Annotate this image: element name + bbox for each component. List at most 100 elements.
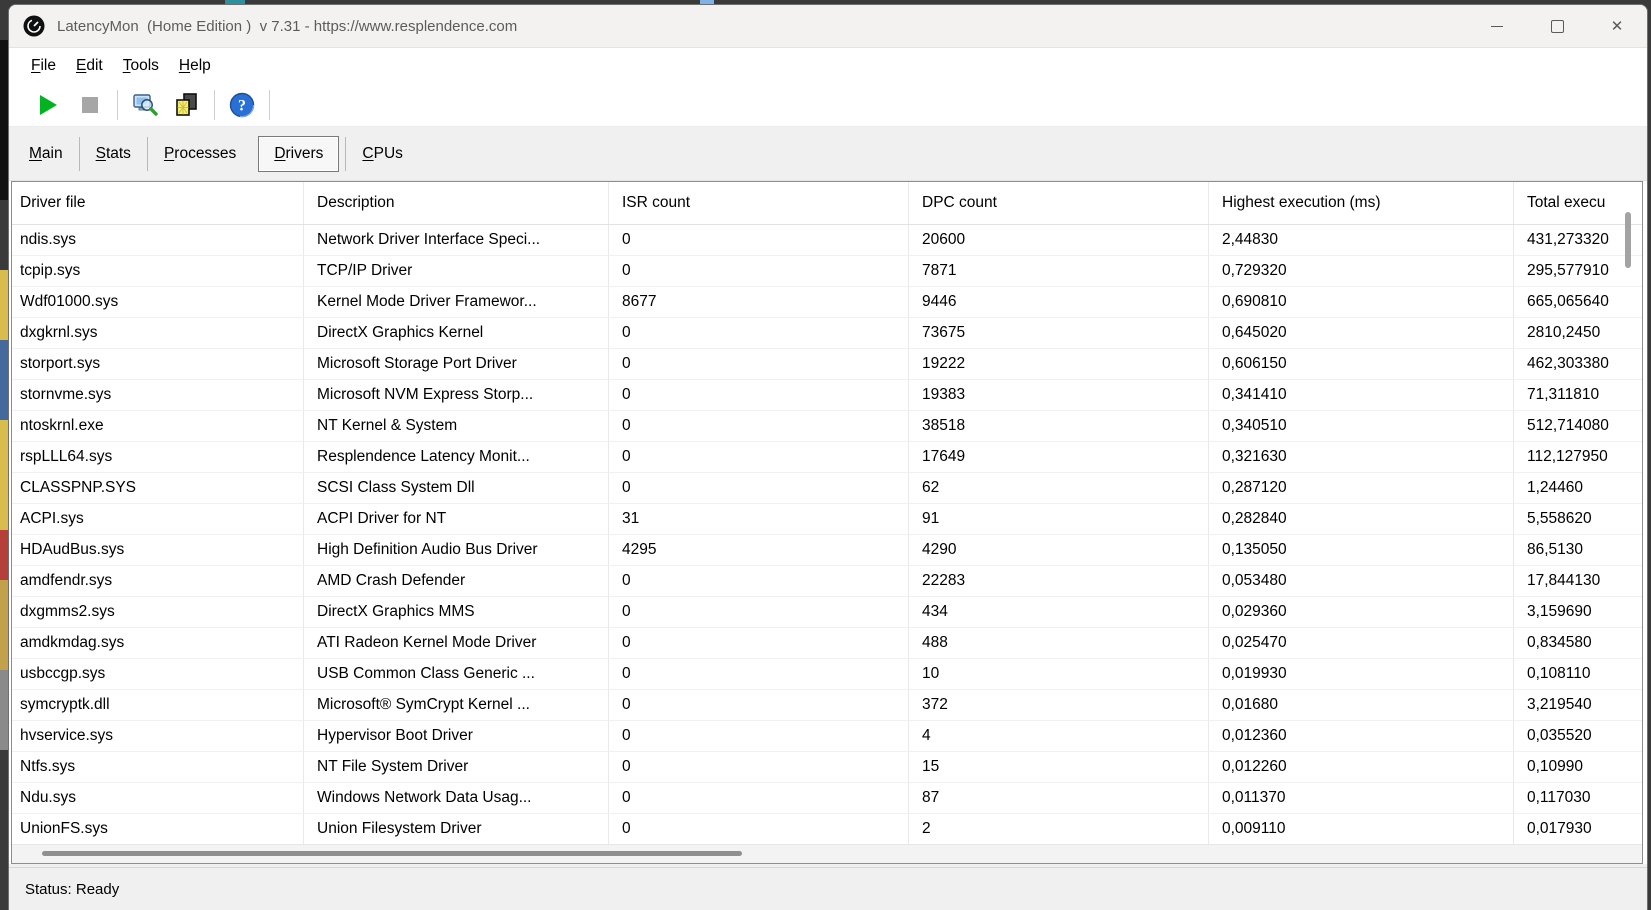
vertical-scrollbar-thumb[interactable] (1625, 212, 1631, 268)
table-cell: 62 (909, 473, 1209, 503)
table-row[interactable]: Wdf01000.sysKernel Mode Driver Framewor.… (12, 287, 1642, 318)
table-cell: 0,606150 (1209, 349, 1514, 379)
table-row[interactable]: Ntfs.sysNT File System Driver0150,012260… (12, 752, 1642, 783)
table-cell: Ntfs.sys (12, 752, 304, 782)
analyzer-button[interactable] (124, 88, 166, 122)
close-button[interactable]: ✕ (1587, 5, 1647, 47)
table-cell: 0,135050 (1209, 535, 1514, 565)
table-cell: 0,017930 (1514, 814, 1642, 844)
drivers-table: Driver file Description ISR count DPC co… (11, 181, 1643, 864)
table-cell: 0,019930 (1209, 659, 1514, 689)
table-row[interactable]: ndis.sysNetwork Driver Interface Speci..… (12, 225, 1642, 256)
table-cell: NT File System Driver (304, 752, 609, 782)
maximize-button[interactable] (1527, 5, 1587, 47)
table-cell: 0,01680 (1209, 690, 1514, 720)
table-row[interactable]: amdkmdag.sysATI Radeon Kernel Mode Drive… (12, 628, 1642, 659)
analyzer-icon (131, 91, 159, 119)
table-row[interactable]: amdfendr.sysAMD Crash Defender0222830,05… (12, 566, 1642, 597)
processes-button[interactable] (166, 88, 208, 122)
table-cell: 434 (909, 597, 1209, 627)
table-cell: ndis.sys (12, 225, 304, 255)
minimize-button[interactable] (1467, 5, 1527, 47)
table-row[interactable]: ACPI.sysACPI Driver for NT31910,2828405,… (12, 504, 1642, 535)
column-header-driver-file[interactable]: Driver file (12, 182, 304, 224)
table-cell: amdfendr.sys (12, 566, 304, 596)
table-cell: 0 (609, 442, 909, 472)
table-cell: AMD Crash Defender (304, 566, 609, 596)
column-header-total-execution[interactable]: Total execu (1514, 182, 1642, 224)
table-row[interactable]: symcryptk.dllMicrosoft® SymCrypt Kernel … (12, 690, 1642, 721)
table-cell: 4295 (609, 535, 909, 565)
start-monitor-button[interactable] (27, 88, 69, 122)
table-row[interactable]: HDAudBus.sysHigh Definition Audio Bus Dr… (12, 535, 1642, 566)
table-cell: 0,729320 (1209, 256, 1514, 286)
app-icon (23, 15, 45, 37)
table-cell: Network Driver Interface Speci... (304, 225, 609, 255)
table-row[interactable]: dxgkrnl.sysDirectX Graphics Kernel073675… (12, 318, 1642, 349)
table-row[interactable]: rspLLL64.sysResplendence Latency Monit..… (12, 442, 1642, 473)
table-row[interactable]: storport.sysMicrosoft Storage Port Drive… (12, 349, 1642, 380)
table-cell: ACPI Driver for NT (304, 504, 609, 534)
horizontal-scrollbar[interactable] (12, 844, 1642, 863)
stop-monitor-button[interactable] (69, 88, 111, 122)
table-cell: 0,287120 (1209, 473, 1514, 503)
tab-stats[interactable]: Stats (80, 136, 147, 172)
table-cell: 0 (609, 349, 909, 379)
table-cell: DirectX Graphics Kernel (304, 318, 609, 348)
menu-file[interactable]: File (21, 53, 66, 79)
table-row[interactable]: Ndu.sysWindows Network Data Usag...0870,… (12, 783, 1642, 814)
tab-main[interactable]: Main (13, 136, 79, 172)
table-cell: 0,012260 (1209, 752, 1514, 782)
table-row[interactable]: UnionFS.sysUnion Filesystem Driver020,00… (12, 814, 1642, 845)
table-cell: 372 (909, 690, 1209, 720)
table-row[interactable]: hvservice.sysHypervisor Boot Driver040,0… (12, 721, 1642, 752)
table-cell: 0 (609, 225, 909, 255)
help-button[interactable]: ? (221, 88, 263, 122)
table-cell: rspLLL64.sys (12, 442, 304, 472)
table-cell: 488 (909, 628, 1209, 658)
tab-processes[interactable]: Processes (148, 136, 252, 172)
table-cell: 0,341410 (1209, 380, 1514, 410)
latencymon-window: LatencyMon (Home Edition ) v 7.31 - http… (8, 4, 1648, 910)
table-row[interactable]: ntoskrnl.exeNT Kernel & System0385180,34… (12, 411, 1642, 442)
table-cell: Ndu.sys (12, 783, 304, 813)
table-row[interactable]: tcpip.sysTCP/IP Driver078710,729320295,5… (12, 256, 1642, 287)
background-window-sliver (0, 340, 8, 420)
table-cell: 0 (609, 380, 909, 410)
table-cell: 73675 (909, 318, 1209, 348)
column-header-highest-execution[interactable]: Highest execution (ms) (1209, 182, 1514, 224)
table-cell: 2810,2450 (1514, 318, 1642, 348)
table-cell: HDAudBus.sys (12, 535, 304, 565)
tab-drivers[interactable]: Drivers (258, 136, 339, 172)
table-row[interactable]: dxgmms2.sysDirectX Graphics MMS04340,029… (12, 597, 1642, 628)
table-cell: hvservice.sys (12, 721, 304, 751)
table-row[interactable]: usbccgp.sysUSB Common Class Generic ...0… (12, 659, 1642, 690)
table-cell: 0 (609, 783, 909, 813)
table-row[interactable]: stornvme.sysMicrosoft NVM Express Storp.… (12, 380, 1642, 411)
table-cell: 665,065640 (1514, 287, 1642, 317)
table-cell: 0 (609, 318, 909, 348)
table-row[interactable]: CLASSPNP.SYSSCSI Class System Dll0620,28… (12, 473, 1642, 504)
menu-edit[interactable]: Edit (66, 53, 113, 79)
tab-bar: Main Stats Processes Drivers CPUs (9, 127, 1647, 181)
toolbar-separator (214, 90, 215, 120)
table-cell: 5,558620 (1514, 504, 1642, 534)
table-cell: 462,303380 (1514, 349, 1642, 379)
table-cell: 7871 (909, 256, 1209, 286)
horizontal-scrollbar-thumb[interactable] (42, 851, 742, 856)
table-cell: 431,273320 (1514, 225, 1642, 255)
menu-tools[interactable]: Tools (113, 53, 169, 79)
column-header-description[interactable]: Description (304, 182, 609, 224)
table-cell: 1,24460 (1514, 473, 1642, 503)
table-cell: 0,025470 (1209, 628, 1514, 658)
tab-cpus[interactable]: CPUs (346, 136, 419, 172)
table-cell: 19222 (909, 349, 1209, 379)
column-header-dpc-count[interactable]: DPC count (909, 182, 1209, 224)
column-header-isr-count[interactable]: ISR count (609, 182, 909, 224)
menu-help[interactable]: Help (169, 53, 221, 79)
table-cell: 0,012360 (1209, 721, 1514, 751)
table-cell: 0 (609, 721, 909, 751)
table-cell: NT Kernel & System (304, 411, 609, 441)
table-cell: 0,321630 (1209, 442, 1514, 472)
table-cell: Kernel Mode Driver Framewor... (304, 287, 609, 317)
